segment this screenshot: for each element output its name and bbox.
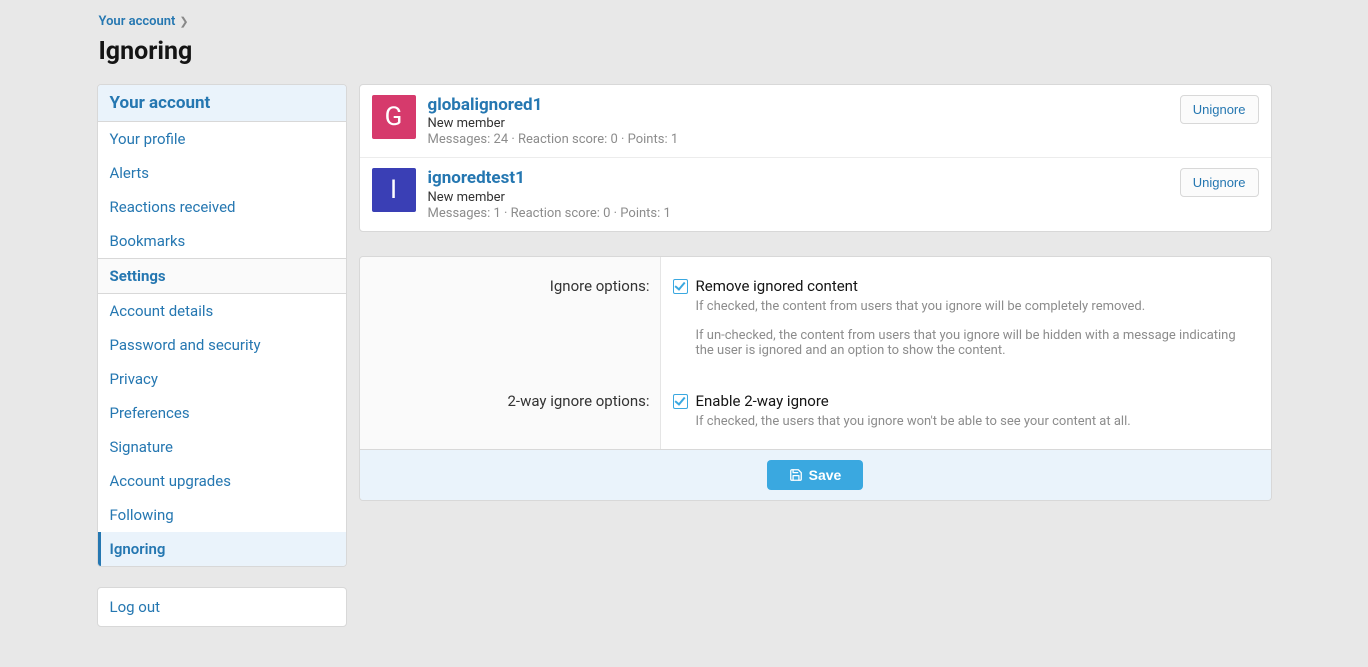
sidebar-heading-settings: Settings (98, 258, 346, 294)
ignore-options-label: Ignore options: (360, 257, 660, 378)
ignore-options-desc: If checked, the content from users that … (696, 299, 1255, 358)
checkbox-checked-icon (673, 279, 688, 294)
sidebar-item-bookmarks[interactable]: Bookmarks (98, 224, 346, 258)
sidebar-item-alerts[interactable]: Alerts (98, 156, 346, 190)
twoway-ignore-options-label: 2-way ignore options: (360, 378, 660, 449)
unignore-button[interactable]: Unignore (1180, 95, 1259, 124)
breadcrumb-link-account[interactable]: Your account (99, 14, 176, 29)
save-bar: Save (360, 449, 1271, 500)
avatar[interactable]: G (372, 95, 416, 139)
user-info: globalignored1New memberMessages: 24 · R… (428, 95, 1168, 147)
unignore-button[interactable]: Unignore (1180, 168, 1259, 197)
enable-twoway-ignore-checkbox[interactable]: Enable 2-way ignore (673, 392, 1255, 410)
user-title: New member (428, 116, 1168, 131)
sidebar-block: Your account Your profile Alerts Reactio… (97, 84, 347, 567)
user-title: New member (428, 190, 1168, 205)
sidebar-item-privacy[interactable]: Privacy (98, 362, 346, 396)
breadcrumb: Your account❯ (97, 0, 1272, 33)
sidebar-item-account-details[interactable]: Account details (98, 294, 346, 328)
ignore-options-row: Ignore options: Remove ignored content I… (360, 257, 1271, 378)
save-icon (789, 468, 803, 482)
page-title: Ignoring (99, 37, 1272, 66)
twoway-ignore-options-row: 2-way ignore options: Enable 2-way ignor… (360, 378, 1271, 449)
avatar[interactable]: I (372, 168, 416, 212)
save-button[interactable]: Save (767, 460, 864, 490)
sidebar-item-ignoring[interactable]: Ignoring (98, 532, 346, 566)
user-name-link[interactable]: ignoredtest1 (428, 168, 1168, 188)
user-row: Gglobalignored1New memberMessages: 24 · … (360, 85, 1271, 157)
ignored-users-list: Gglobalignored1New memberMessages: 24 · … (359, 84, 1272, 232)
user-stats: Messages: 24 · Reaction score: 0 · Point… (428, 132, 1168, 147)
ignore-options-block: Ignore options: Remove ignored content I… (359, 256, 1272, 501)
sidebar-item-password[interactable]: Password and security (98, 328, 346, 362)
user-row: Iignoredtest1 New memberMessages: 1 · Rea… (360, 157, 1271, 230)
sidebar-item-signature[interactable]: Signature (98, 430, 346, 464)
user-info: ignoredtest1 New memberMessages: 1 · Reac… (428, 168, 1168, 220)
sidebar-item-upgrades[interactable]: Account upgrades (98, 464, 346, 498)
remove-ignored-content-checkbox[interactable]: Remove ignored content (673, 277, 1255, 295)
sidebar-item-logout[interactable]: Log out (97, 587, 347, 627)
sidebar-item-following[interactable]: Following (98, 498, 346, 532)
sidebar-item-profile[interactable]: Your profile (98, 122, 346, 156)
user-stats: Messages: 1 · Reaction score: 0 · Points… (428, 206, 1168, 221)
sidebar-item-reactions[interactable]: Reactions received (98, 190, 346, 224)
sidebar-heading-account[interactable]: Your account (98, 85, 346, 122)
twoway-ignore-options-desc: If checked, the users that you ignore wo… (696, 414, 1255, 429)
sidebar-item-preferences[interactable]: Preferences (98, 396, 346, 430)
user-name-link[interactable]: globalignored1 (428, 95, 1168, 115)
chevron-right-icon: ❯ (179, 15, 188, 28)
checkbox-checked-icon (673, 394, 688, 409)
